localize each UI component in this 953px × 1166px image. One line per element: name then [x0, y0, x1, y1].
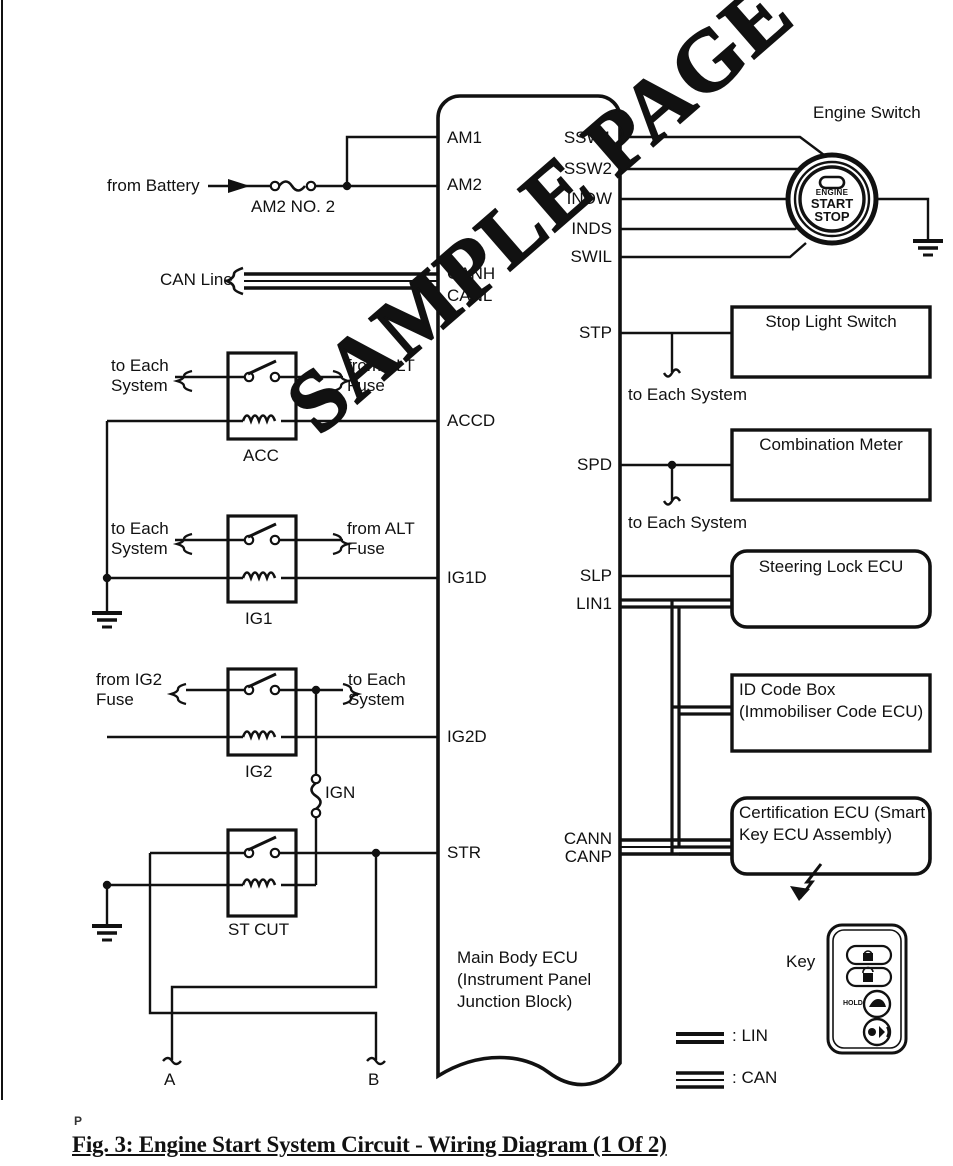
battery-arrow-icon [228, 179, 250, 193]
ecu-name-line3: Junction Block) [457, 992, 573, 1011]
main-body-ecu-outline [436, 94, 622, 1087]
label-certification-ecu-line1: Certification ECU (Smart [739, 803, 926, 822]
label-relay-ig2: IG2 [245, 762, 273, 781]
wire-am1 [345, 135, 438, 186]
label-ig2-from-fuse: from IG2 Fuse [96, 670, 163, 710]
label-terminal-b: B [368, 1070, 380, 1089]
cann-canp-bus [620, 838, 732, 856]
label-fuse-am2-no2: AM2 NO. 2 [251, 197, 336, 216]
legend-can-symbol [676, 1071, 724, 1089]
ecu-pin-swil: SWIL [570, 247, 612, 266]
label-fuse-ign: IGN [325, 783, 356, 802]
ecu-name-line2: (Instrument Panel [457, 970, 592, 989]
ecu-pin-spd: SPD [577, 455, 612, 474]
junction-dot-am [342, 181, 352, 191]
ecu-pin-canp: CANP [564, 847, 612, 866]
ecu-pin-inds: INDS [571, 219, 612, 238]
label-key-hold: HOLD [843, 1000, 863, 1007]
ecu-pin-lin1: LIN1 [576, 594, 612, 613]
bracket-ig1-right [332, 532, 353, 556]
ecu-pin-ssw2: SSW2 [563, 159, 612, 178]
ecu-pin-am1: AM1 [447, 128, 482, 147]
label-from-battery: from Battery [107, 176, 200, 195]
label-ig1-to-each-system: to Each System [111, 519, 169, 559]
ecu-pin-ig1d: IG1D [447, 568, 487, 587]
junction-dot-stcut-gnd [102, 880, 112, 890]
legend-label-lin: : LIN [732, 1026, 768, 1045]
label-combination-meter: Combination Meter [759, 435, 903, 454]
ecu-name-line1: Main Body ECU [457, 948, 578, 967]
diagram-canvas: AM1 AM2 CANH CANL ACCD IG1D IG2D STR SSW… [0, 0, 953, 1166]
ecu-pin-ig2d: IG2D [447, 727, 487, 746]
label-id-code-box-line1: ID Code Box [739, 680, 836, 699]
bracket-ig2-left [166, 682, 187, 706]
ecu-pin-ssw1: SSW1 [563, 128, 612, 147]
fuse-ign-icon [310, 773, 322, 819]
bracket-ig1-left [172, 532, 193, 556]
label-ig1-from-alt-fuse: from ALT Fuse [347, 519, 415, 559]
ecu-pin-indw: INDW [566, 189, 612, 208]
wire-engine-switch-ground [876, 197, 930, 240]
ground-symbol-left-lower [92, 924, 122, 942]
label-certification-ecu-line2: Key ECU Assembly) [739, 825, 893, 844]
legend-lin-symbol [676, 1032, 724, 1044]
lin-bus [620, 598, 732, 856]
engine-switch-text-stop[interactable]: STOP [806, 209, 858, 224]
ground-symbol-engine-switch [913, 239, 943, 257]
label-key: Key [786, 952, 816, 971]
label-relay-acc: ACC [243, 446, 279, 465]
label-engine-switch: Engine Switch [813, 103, 921, 122]
label-spd-to-each-system: to Each System [628, 513, 748, 532]
label-terminal-a: A [164, 1070, 176, 1089]
ecu-pin-stp: STP [578, 323, 612, 342]
label-acc-from-alt-fuse: from ALT Fuse [347, 356, 415, 396]
can-line-bus [244, 272, 438, 290]
ecu-pin-accd: ACCD [447, 411, 496, 430]
figure-caption: Fig. 3: Engine Start System Circuit - Wi… [72, 1132, 667, 1157]
label-stp-to-each-system: to Each System [628, 385, 748, 404]
label-relay-st-cut: ST CUT [228, 920, 290, 939]
label-steering-lock-ecu: Steering Lock ECU [758, 557, 904, 576]
label-acc-to-each-system: to Each System [111, 356, 169, 396]
page-marker: P [74, 1114, 83, 1128]
ground-symbol-left-upper [92, 611, 122, 629]
ecu-pin-slp: SLP [579, 566, 612, 585]
ecu-pin-str: STR [447, 843, 481, 862]
bracket-acc-left [172, 369, 193, 393]
fuse-am2-no2-icon [269, 180, 317, 192]
relay-st-cut [107, 828, 438, 918]
label-stop-light-switch: Stop Light Switch [765, 312, 897, 331]
bracket-acc-right [332, 369, 353, 393]
ecu-pin-canl: CANL [447, 286, 493, 305]
label-id-code-box-line2: (Immobiliser Code ECU) [739, 702, 924, 721]
ecu-pin-canh: CANH [447, 264, 496, 283]
label-relay-ig1: IG1 [245, 609, 273, 628]
ecu-pin-am2: AM2 [447, 175, 482, 194]
label-can-line: CAN Line [160, 270, 233, 289]
legend-label-can: : CAN [732, 1068, 778, 1087]
key-fob-icon [826, 923, 908, 1055]
label-ig2-to-each-system: to Each System [348, 670, 406, 710]
